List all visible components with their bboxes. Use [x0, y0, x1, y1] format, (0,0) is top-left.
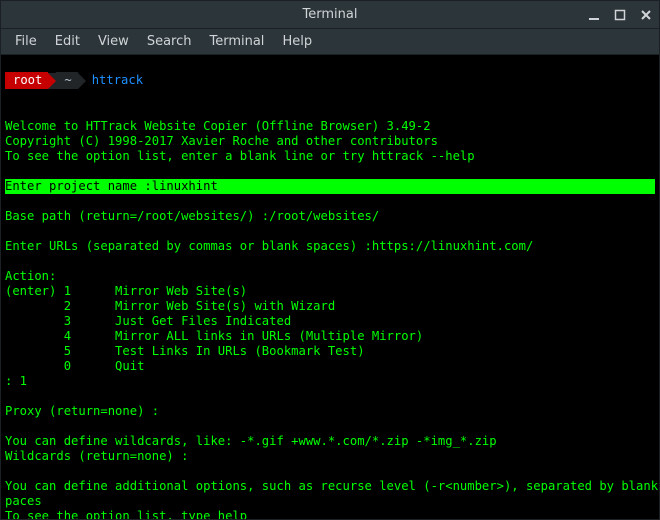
prompt-line: root ~ httrack — [5, 72, 655, 89]
menu-edit[interactable]: Edit — [47, 31, 88, 52]
menu-terminal[interactable]: Terminal — [201, 31, 272, 52]
menu-help[interactable]: Help — [274, 31, 320, 52]
menubar: File Edit View Search Terminal Help — [1, 29, 659, 55]
prompt-arrow-icon — [48, 73, 56, 89]
project-name-value: linuxhint — [152, 179, 218, 193]
prompt-user: root — [5, 72, 48, 89]
terminal-window: Terminal File Edit View Search Terminal … — [0, 0, 660, 520]
minimize-button[interactable] — [587, 8, 601, 22]
menu-file[interactable]: File — [7, 31, 45, 52]
window-title: Terminal — [1, 7, 659, 22]
prompt-arrow-icon — [78, 73, 86, 89]
maximize-button[interactable] — [613, 8, 627, 22]
terminal-area[interactable]: root ~ httrack Welcome to HTTrack Website … — [1, 55, 659, 519]
command-text: httrack — [92, 73, 143, 88]
window-controls — [587, 1, 653, 29]
close-button[interactable] — [639, 8, 653, 22]
terminal-output: Welcome to HTTrack Website Copier (Offli… — [5, 119, 659, 519]
project-name-prompt: Enter project name :linuxhint — [5, 179, 655, 194]
menu-view[interactable]: View — [90, 31, 137, 52]
menu-search[interactable]: Search — [139, 31, 200, 52]
prompt-path: ~ — [56, 72, 77, 89]
titlebar[interactable]: Terminal — [1, 1, 659, 29]
